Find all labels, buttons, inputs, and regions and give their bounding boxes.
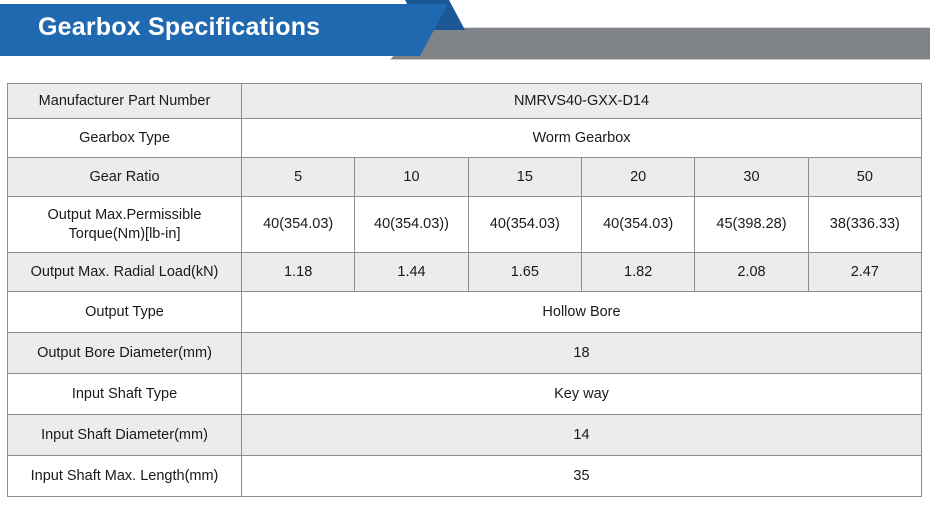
table-row: Output Max.Permissible Torque(Nm)[lb-in]… (7, 196, 923, 253)
row-label-output-max-radial-load: Output Max. Radial Load(kN) (7, 252, 242, 292)
gear-ratio-cell-4: 20 (580, 157, 696, 197)
table-row: Input Shaft Diameter(mm) 14 (7, 414, 922, 456)
row-label-output-max-permissible-torque: Output Max.Permissible Torque(Nm)[lb-in] (7, 196, 242, 253)
gear-ratio-cell-1: 5 (240, 157, 356, 197)
table-row: Manufacturer Part Number NMRVS40-GXX-D14 (7, 83, 922, 119)
row-value-input-shaft-diameter: 14 (241, 414, 922, 456)
row-value-input-shaft-max-length: 35 (241, 455, 922, 497)
gear-ratio-cell-6: 50 (807, 157, 923, 197)
torque-cell-2: 40(354.03)) (354, 196, 469, 253)
torque-cell-4: 40(354.03) (580, 196, 696, 253)
row-value-input-shaft-type: Key way (241, 373, 922, 415)
torque-label-line2: Torque(Nm)[lb-in] (68, 225, 181, 242)
row-label-input-shaft-max-length: Input Shaft Max. Length(mm) (7, 455, 242, 497)
row-label-gear-ratio: Gear Ratio (7, 157, 242, 197)
torque-cell-6: 38(336.33) (807, 196, 923, 253)
table-row: Output Bore Diameter(mm) 18 (7, 332, 922, 374)
table-row: Output Type Hollow Bore (7, 291, 922, 333)
radial-load-cell-5: 2.08 (694, 252, 809, 292)
page-header-banner: Gearbox Specifications (0, 0, 930, 72)
torque-label-line1: Output Max.Permissible (47, 207, 202, 224)
row-label-output-type: Output Type (7, 291, 242, 333)
table-row: Output Max. Radial Load(kN) 1.18 1.44 1.… (7, 252, 923, 292)
table-row: Input Shaft Max. Length(mm) 35 (7, 455, 922, 497)
row-label-gearbox-type: Gearbox Type (7, 118, 242, 158)
gear-ratio-cell-3: 15 (467, 157, 582, 197)
radial-load-cell-4: 1.82 (580, 252, 696, 292)
row-value-output-bore-diameter: 18 (241, 332, 922, 374)
row-value-output-type: Hollow Bore (241, 291, 922, 333)
row-value-manufacturer-part-number: NMRVS40-GXX-D14 (241, 83, 922, 119)
header-gray-accent-bar (390, 27, 930, 60)
table-row: Input Shaft Type Key way (7, 373, 922, 415)
radial-load-cell-3: 1.65 (467, 252, 582, 292)
row-label-input-shaft-diameter: Input Shaft Diameter(mm) (7, 414, 242, 456)
row-label-manufacturer-part-number: Manufacturer Part Number (7, 83, 242, 119)
table-row: Gear Ratio 5 10 15 20 30 50 (7, 157, 923, 197)
gear-ratio-cell-2: 10 (354, 157, 469, 197)
row-label-output-bore-diameter: Output Bore Diameter(mm) (7, 332, 242, 374)
row-label-input-shaft-type: Input Shaft Type (7, 373, 242, 415)
radial-load-cell-2: 1.44 (354, 252, 469, 292)
table-row: Gearbox Type Worm Gearbox (7, 118, 922, 158)
gear-ratio-cell-5: 30 (694, 157, 809, 197)
page-title: Gearbox Specifications (38, 13, 321, 41)
row-value-gearbox-type: Worm Gearbox (241, 118, 922, 158)
radial-load-cell-1: 1.18 (240, 252, 356, 292)
radial-load-cell-6: 2.47 (807, 252, 923, 292)
gearbox-specifications-table: Manufacturer Part Number NMRVS40-GXX-D14… (7, 83, 923, 497)
torque-cell-5: 45(398.28) (694, 196, 809, 253)
torque-cell-1: 40(354.03) (240, 196, 356, 253)
torque-cell-3: 40(354.03) (467, 196, 582, 253)
